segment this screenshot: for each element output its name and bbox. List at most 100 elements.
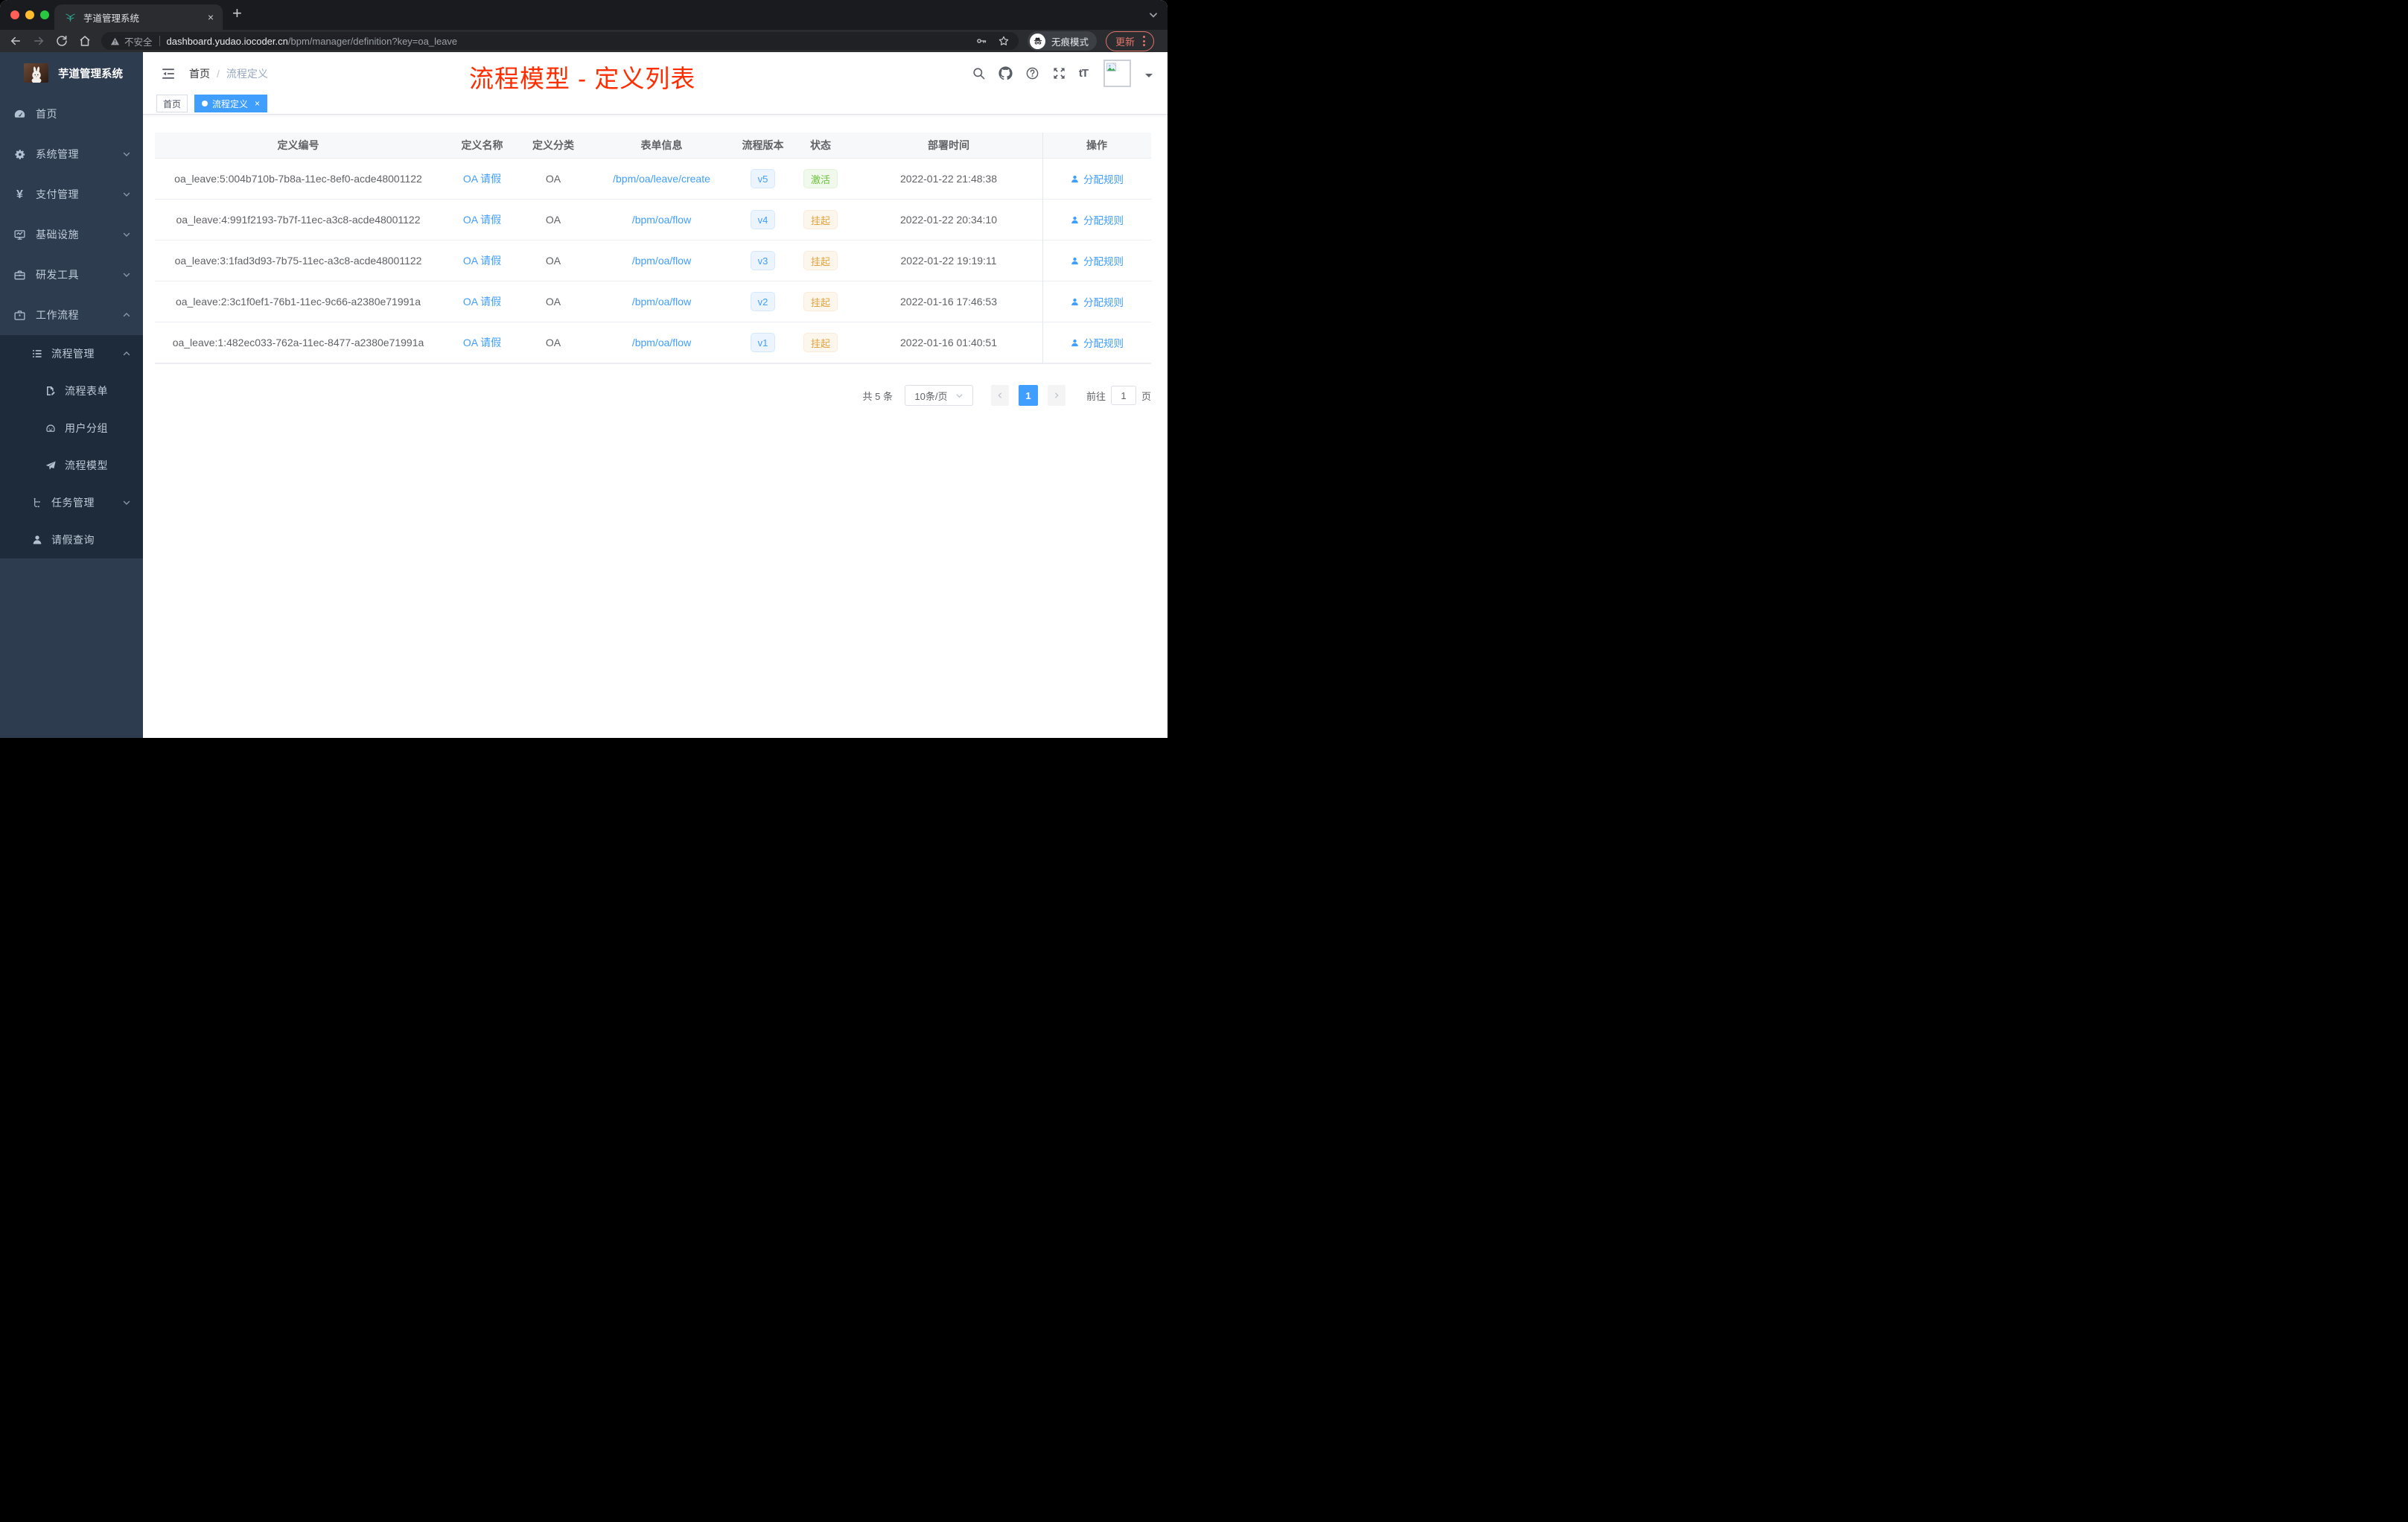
sidebar-item-label: 支付管理: [36, 188, 79, 200]
deploy-time-cell: 2022-01-22 21:48:38: [900, 173, 997, 185]
paper-plane-icon: [45, 459, 57, 471]
form-icon: [45, 385, 57, 397]
chevron-down-icon: [122, 190, 131, 199]
yen-icon: ¥: [16, 188, 23, 201]
search-icon[interactable]: [972, 66, 986, 80]
user-icon: [1071, 298, 1078, 305]
sidebar-item-devtools[interactable]: 研发工具: [0, 255, 143, 295]
avatar[interactable]: [1103, 60, 1131, 87]
page-size-select[interactable]: 10条/页: [904, 385, 973, 406]
table-body: oa_leave:5:004b710b-7b8a-11ec-8ef0-acde4…: [155, 159, 1151, 363]
column-header: 流程版本: [742, 139, 784, 151]
assign-rule-button[interactable]: 分配规则: [1070, 294, 1124, 309]
assign-rule-button[interactable]: 分配规则: [1070, 171, 1124, 186]
annotation-text: 流程模型 - 定义列表: [469, 65, 696, 92]
new-tab-button[interactable]: +: [232, 4, 242, 23]
chevron-down-icon: [122, 498, 131, 507]
caret-down-icon[interactable]: [1145, 73, 1153, 81]
goto-page-input[interactable]: [1110, 386, 1136, 405]
favicon: [65, 12, 76, 23]
definition-category-cell: OA: [545, 296, 561, 308]
definition-name-link[interactable]: OA 请假: [463, 294, 501, 309]
sidebar-item-process-model[interactable]: 流程模型: [0, 447, 143, 484]
close-window-button[interactable]: [10, 10, 19, 19]
chevron-down-icon: [122, 230, 131, 239]
version-tag: v4: [750, 210, 776, 229]
tab-search-icon[interactable]: [1148, 10, 1159, 20]
sidebar-item-process-form[interactable]: 流程表单: [0, 372, 143, 410]
password-key-icon[interactable]: [975, 35, 987, 47]
form-info-link[interactable]: /bpm/oa/leave/create: [613, 173, 710, 185]
fullscreen-icon[interactable]: [1052, 66, 1066, 80]
sidebar-item-label: 工作流程: [36, 309, 79, 321]
next-page-button[interactable]: [1047, 385, 1066, 406]
assign-rule-button[interactable]: 分配规则: [1070, 335, 1124, 350]
column-header: 状态: [810, 139, 831, 151]
github-icon[interactable]: [998, 66, 1013, 80]
sidebar-item-home[interactable]: 首页: [0, 94, 143, 134]
back-icon[interactable]: [9, 34, 22, 48]
definition-id-cell: oa_leave:3:1fad3d93-7b75-11ec-a3c8-acde4…: [174, 255, 422, 267]
assign-rule-button[interactable]: 分配规则: [1070, 253, 1124, 268]
sidebar-item-workflow[interactable]: 工作流程: [0, 295, 143, 335]
tag-process-definition[interactable]: 流程定义 ×: [194, 95, 268, 112]
sidebar-item-infra[interactable]: 基础设施: [0, 214, 143, 255]
definition-name-link[interactable]: OA 请假: [463, 335, 501, 350]
url-text[interactable]: dashboard.yudao.iocoder.cn/bpm/manager/d…: [167, 36, 458, 47]
zoom-window-button[interactable]: [40, 10, 49, 19]
current-page-button[interactable]: 1: [1018, 385, 1038, 406]
forward-icon[interactable]: [32, 34, 45, 48]
gear-icon: [13, 148, 26, 161]
total-count-label: 共 5 条: [862, 390, 893, 402]
user-icon: [1071, 175, 1078, 182]
brand[interactable]: 芋道管理系统: [0, 52, 143, 94]
tag-close-icon[interactable]: ×: [255, 99, 260, 108]
list-icon: [31, 348, 43, 360]
tag-home[interactable]: 首页: [156, 95, 188, 112]
status-tag: 挂起: [803, 251, 838, 270]
help-icon[interactable]: [1025, 66, 1039, 80]
form-info-link[interactable]: /bpm/oa/flow: [632, 296, 691, 308]
tab-strip: 芋道管理系统 × +: [0, 0, 1168, 30]
sidebar-item-user-group[interactable]: 用户分组: [0, 410, 143, 447]
browser-tab[interactable]: 芋道管理系统 ×: [54, 4, 223, 30]
table-row: oa_leave:4:991f2193-7b7f-11ec-a3c8-acde4…: [155, 200, 1151, 241]
deploy-time-cell: 2022-01-16 01:40:51: [900, 337, 997, 348]
table-row: oa_leave:5:004b710b-7b8a-11ec-8ef0-acde4…: [155, 159, 1151, 200]
form-info-link[interactable]: /bpm/oa/flow: [632, 337, 691, 348]
assign-rule-button[interactable]: 分配规则: [1070, 212, 1124, 227]
version-tag: v1: [750, 333, 776, 352]
definition-name-link[interactable]: OA 请假: [463, 171, 501, 186]
font-size-icon[interactable]: tT: [1079, 67, 1089, 80]
status-tag: 挂起: [803, 333, 838, 352]
bookmark-star-icon[interactable]: [998, 35, 1010, 47]
reload-icon[interactable]: [55, 34, 69, 48]
form-info-link[interactable]: /bpm/oa/flow: [632, 214, 691, 226]
chevron-down-icon: [122, 150, 131, 159]
collapse-sidebar-icon[interactable]: [161, 66, 176, 81]
minimize-window-button[interactable]: [25, 10, 34, 19]
main-area: 流程模型 - 定义列表 首页 / 流程定义 tT 首页 流程定义 × 定义编号 …: [143, 52, 1168, 738]
prev-page-button[interactable]: [990, 385, 1009, 406]
column-header: 表单信息: [640, 139, 683, 151]
goto-label: 前往: [1086, 390, 1106, 402]
form-info-link[interactable]: /bpm/oa/flow: [632, 255, 691, 267]
address-bar[interactable]: 不安全 dashboard.yudao.iocoder.cn/bpm/manag…: [101, 32, 1019, 50]
browser-menu-icon[interactable]: [1141, 34, 1147, 48]
home-icon[interactable]: [78, 34, 92, 48]
sidebar-item-payment[interactable]: ¥ 支付管理: [0, 174, 143, 214]
sidebar-item-process-mgmt[interactable]: 流程管理: [0, 335, 143, 372]
breadcrumb-home[interactable]: 首页: [189, 66, 210, 81]
sidebar-item-system[interactable]: 系统管理: [0, 134, 143, 174]
sidebar-item-leave-query[interactable]: 请假查询: [0, 521, 143, 558]
browser-toolbar: 不安全 dashboard.yudao.iocoder.cn/bpm/manag…: [0, 30, 1168, 52]
security-label[interactable]: 不安全: [124, 34, 153, 48]
sidebar-item-task-mgmt[interactable]: 任务管理: [0, 484, 143, 521]
definition-name-link[interactable]: OA 请假: [463, 253, 501, 268]
definition-name-link[interactable]: OA 请假: [463, 212, 501, 227]
active-tag-dot: [202, 101, 208, 106]
browser-update-button[interactable]: 更新: [1106, 31, 1155, 51]
tab-close-icon[interactable]: ×: [206, 12, 215, 22]
omnibox-divider: [159, 36, 160, 46]
column-header: 定义名称: [461, 139, 503, 151]
